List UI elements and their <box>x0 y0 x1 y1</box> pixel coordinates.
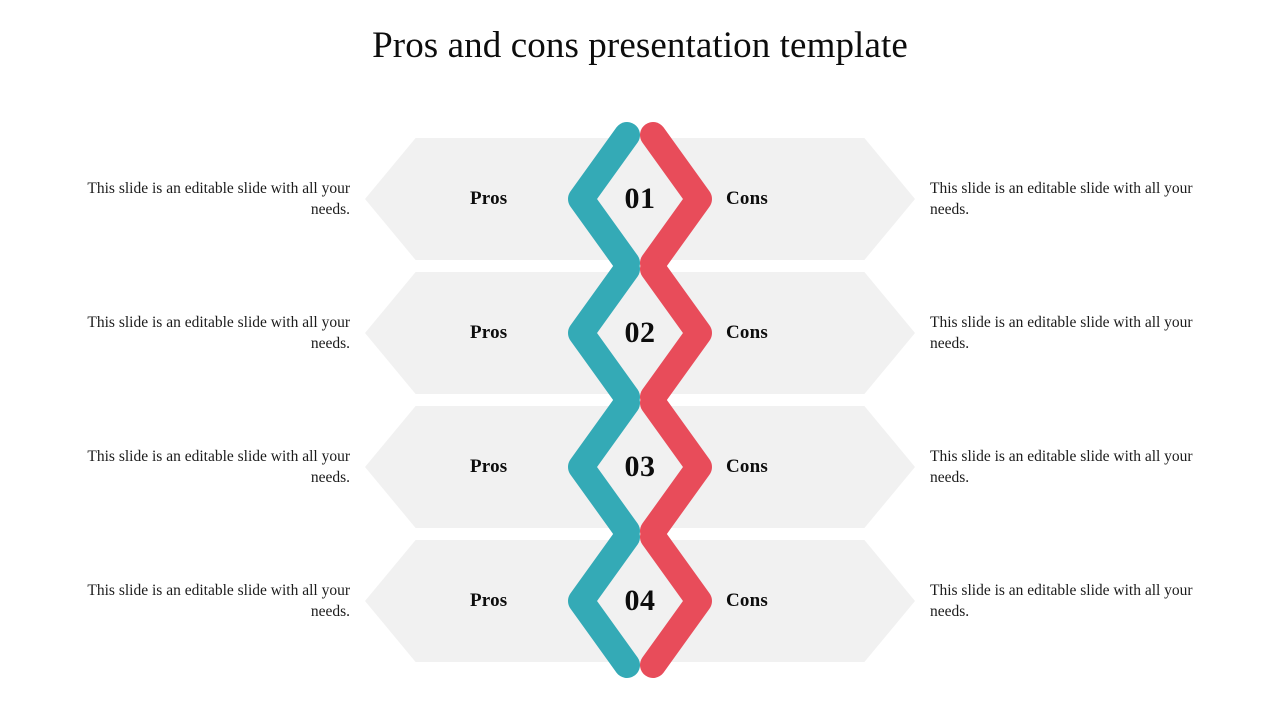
row-left-description: This slide is an editable slide with all… <box>87 582 350 620</box>
row-number: 02 <box>624 316 656 349</box>
row-number: 01 <box>624 182 656 215</box>
pros-cons-rows: This slide is an editable slide with all… <box>0 122 1280 678</box>
row-right-description: This slide is an editable slide with all… <box>930 314 1193 352</box>
cons-label: Cons <box>726 322 768 343</box>
table-row[interactable]: This slide is an editable slide with all… <box>0 256 1280 410</box>
row-number: 04 <box>624 584 656 617</box>
cons-label: Cons <box>726 590 768 611</box>
pros-label: Pros <box>470 322 508 343</box>
table-row[interactable]: This slide is an editable slide with all… <box>0 390 1280 544</box>
cons-label: Cons <box>726 188 768 209</box>
table-row[interactable]: This slide is an editable slide with all… <box>0 122 1280 276</box>
cons-label: Cons <box>726 456 768 477</box>
pros-label: Pros <box>470 590 508 611</box>
slide-canvas: Pros and cons presentation template This… <box>0 0 1280 720</box>
page-title: Pros and cons presentation template <box>372 25 908 66</box>
pros-label: Pros <box>470 456 508 477</box>
row-left-description: This slide is an editable slide with all… <box>87 180 350 218</box>
row-number: 03 <box>624 450 656 483</box>
table-row[interactable]: This slide is an editable slide with all… <box>0 524 1280 678</box>
row-right-description: This slide is an editable slide with all… <box>930 448 1193 486</box>
row-right-description: This slide is an editable slide with all… <box>930 180 1193 218</box>
row-left-description: This slide is an editable slide with all… <box>87 314 350 352</box>
row-left-description: This slide is an editable slide with all… <box>87 448 350 486</box>
row-right-description: This slide is an editable slide with all… <box>930 582 1193 620</box>
pros-label: Pros <box>470 188 508 209</box>
